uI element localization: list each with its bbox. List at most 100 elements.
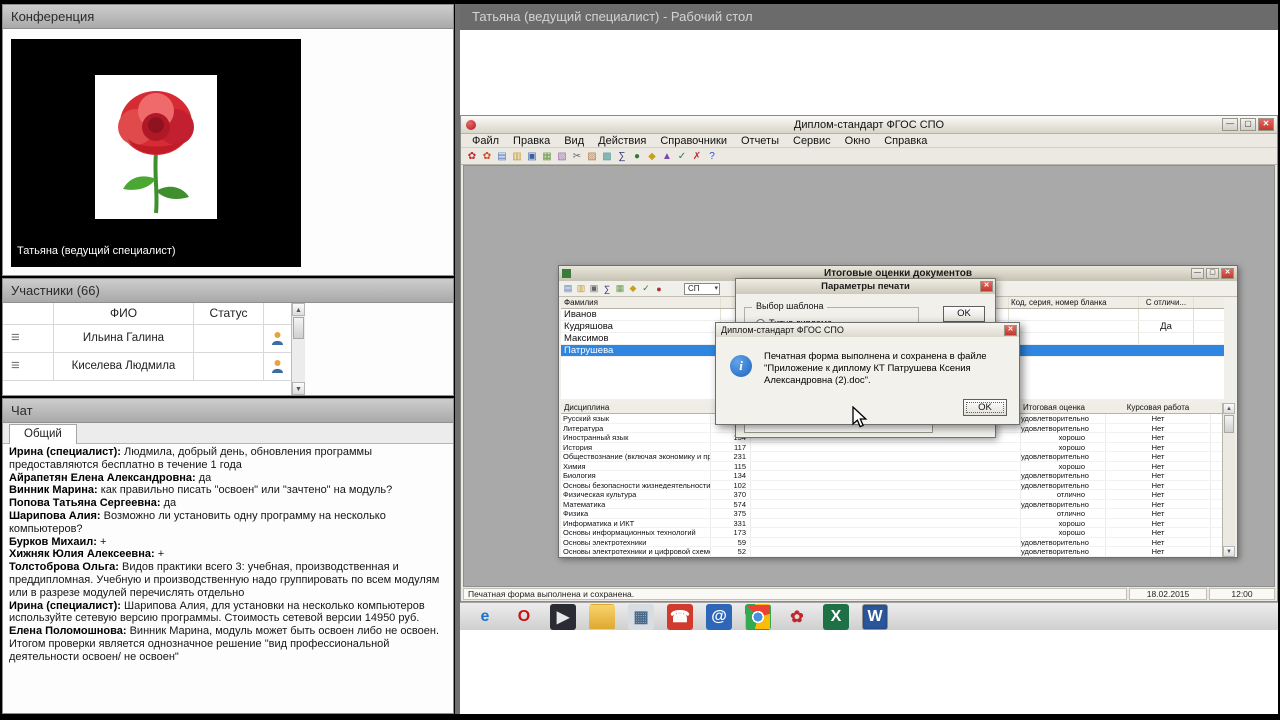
scroll-up-icon[interactable]: ▲ [292, 303, 305, 316]
print-icon[interactable]: ▦ [540, 149, 554, 163]
message-box-ok-button[interactable]: OK [963, 399, 1007, 416]
menu-item[interactable]: Справочники [653, 135, 734, 147]
phone-icon[interactable]: ☎ [667, 603, 693, 630]
mail-icon[interactable]: @ [706, 603, 732, 630]
column-header-status[interactable]: Статус [193, 303, 263, 324]
template-combobox[interactable]: СП [684, 282, 720, 295]
video-feed[interactable]: Татьяна (ведущий специалист) [11, 39, 301, 267]
scroll-up-icon[interactable]: ▲ [1223, 403, 1235, 414]
media-player-icon[interactable]: ▶ [550, 603, 576, 630]
column-honors[interactable]: С отличи... [1139, 297, 1194, 308]
check-icon[interactable]: ✓ [675, 149, 689, 163]
word-icon[interactable]: W [862, 603, 888, 630]
opera-icon[interactable]: O [511, 604, 537, 630]
menu-item[interactable]: Отчеты [734, 135, 786, 147]
paste-icon[interactable]: ▩ [600, 149, 614, 163]
grid-icon[interactable]: ▤ [562, 283, 574, 295]
system-app-icon[interactable]: ▦ [628, 603, 654, 630]
results-maximize-button[interactable]: ▢ [1206, 268, 1219, 279]
info-icon: i [730, 355, 752, 377]
subject-row[interactable]: Обществознание (включая экономику и прав… [561, 452, 1224, 462]
menu-item[interactable]: Справка [877, 135, 934, 147]
period-icon[interactable]: ✿ [480, 149, 494, 163]
ie-icon[interactable]: e [472, 604, 498, 630]
table-icon[interactable]: ▦ [614, 283, 626, 295]
subject-grade: удовлетворительно [1021, 547, 1106, 556]
participant-row[interactable]: ≡ Ильина Галина [3, 325, 291, 353]
print-dialog-close-button[interactable]: ✕ [980, 281, 993, 292]
app-titlebar[interactable]: Диплом-стандарт ФГОС СПО — ▢ ✕ [461, 116, 1277, 134]
folder-icon[interactable] [589, 603, 615, 630]
column-final-grade[interactable]: Итоговая оценка [1021, 403, 1106, 413]
subject-row[interactable]: История 117 хорошо Нет [561, 442, 1224, 452]
subjects-scrollbar[interactable]: ▲ ▼ [1222, 403, 1235, 557]
refresh-icon[interactable]: ● [630, 149, 644, 163]
app-title: Диплом-стандарт ФГОС СПО [793, 118, 945, 131]
subject-coursework: Нет [1106, 518, 1211, 527]
scrollbar-thumb[interactable] [293, 317, 304, 339]
app-rose-icon[interactable]: ✿ [465, 149, 479, 163]
subject-row[interactable]: Информатика и ИКТ 331 хорошо Нет [561, 518, 1224, 528]
new-icon[interactable]: ▤ [495, 149, 509, 163]
excel-icon[interactable]: X [823, 603, 849, 630]
menu-item[interactable]: Вид [557, 135, 591, 147]
participant-row[interactable]: ≡ Киселева Людмила [3, 353, 291, 381]
chat-messages[interactable]: Ирина (специалист): Людмила, добрый день… [3, 444, 453, 713]
open-icon[interactable]: ▥ [575, 283, 587, 295]
subject-row[interactable]: Основы безопасности жизнедеятельности 10… [561, 480, 1224, 490]
column-header-fio[interactable]: ФИО [53, 303, 193, 324]
results-close-button[interactable]: ✕ [1221, 268, 1234, 279]
message-box-titlebar[interactable]: Диплом-стандарт ФГОС СПО ✕ [716, 323, 1019, 337]
scroll-down-icon[interactable]: ▼ [292, 382, 305, 395]
maximize-button[interactable]: ▢ [1240, 118, 1256, 131]
preview-icon[interactable]: ▧ [555, 149, 569, 163]
column-coursework[interactable]: Курсовая работа [1106, 403, 1211, 413]
drag-handle-icon[interactable]: ≡ [11, 329, 20, 346]
subject-row[interactable]: Физическая культура 370 отлично Нет [561, 490, 1224, 500]
print-icon[interactable]: ▣ [588, 283, 600, 295]
sum-icon[interactable]: ∑ [601, 283, 613, 295]
scroll-down-icon[interactable]: ▼ [1223, 546, 1235, 557]
help-icon[interactable]: ? [705, 149, 719, 163]
filter-icon[interactable]: ◆ [627, 283, 639, 295]
scrollbar-thumb[interactable] [1224, 415, 1234, 433]
menu-item[interactable]: Файл [465, 135, 506, 147]
menu-item[interactable]: Правка [506, 135, 557, 147]
up-icon[interactable]: ▲ [660, 149, 674, 163]
subject-hours: 231 [711, 452, 751, 461]
print-ok-button[interactable]: OK [943, 306, 985, 322]
reports-icon[interactable]: ◆ [645, 149, 659, 163]
rose-app-icon[interactable]: ✿ [784, 604, 810, 630]
menu-item[interactable]: Действия [591, 135, 653, 147]
subject-row[interactable]: Основы электротехники 59 удовлетворитель… [561, 537, 1224, 547]
tab-general[interactable]: Общий [9, 424, 77, 444]
column-surname[interactable]: Фамилия [561, 297, 721, 308]
sum-icon[interactable]: ∑ [615, 149, 629, 163]
print-dialog-titlebar[interactable]: Параметры печати ✕ [736, 279, 995, 294]
subject-row[interactable]: Физика 375 отлично Нет [561, 509, 1224, 519]
participants-scrollbar[interactable]: ▲ ▼ [291, 303, 305, 395]
column-discipline[interactable]: Дисциплина [561, 403, 711, 413]
user-icon [272, 360, 283, 373]
subject-row[interactable]: Математика 574 удовлетворительно Нет [561, 499, 1224, 509]
subject-row[interactable]: Биология 134 удовлетворительно Нет [561, 471, 1224, 481]
subject-row[interactable]: Основы информационных технологий 173 хор… [561, 528, 1224, 538]
minimize-button[interactable]: — [1222, 118, 1238, 131]
delete-icon[interactable]: ✗ [690, 149, 704, 163]
close-doc-icon[interactable]: ● [653, 283, 665, 295]
column-blank-code[interactable]: Код, серия, номер бланка [1009, 297, 1139, 308]
results-minimize-button[interactable]: — [1191, 268, 1204, 279]
check-icon[interactable]: ✓ [640, 283, 652, 295]
drag-handle-icon[interactable]: ≡ [11, 357, 20, 374]
subject-row[interactable]: Основы электротехники и цифровой схемоте… [561, 547, 1224, 557]
menu-item[interactable]: Окно [838, 135, 878, 147]
subject-row[interactable]: Химия 115 хорошо Нет [561, 461, 1224, 471]
cut-icon[interactable]: ✂ [570, 149, 584, 163]
open-icon[interactable]: ▥ [510, 149, 524, 163]
copy-icon[interactable]: ▨ [585, 149, 599, 163]
message-box-close-button[interactable]: ✕ [1004, 324, 1017, 336]
save-icon[interactable]: ▣ [525, 149, 539, 163]
close-button[interactable]: ✕ [1258, 118, 1274, 131]
chrome-icon[interactable] [745, 604, 771, 630]
menu-item[interactable]: Сервис [786, 135, 838, 147]
